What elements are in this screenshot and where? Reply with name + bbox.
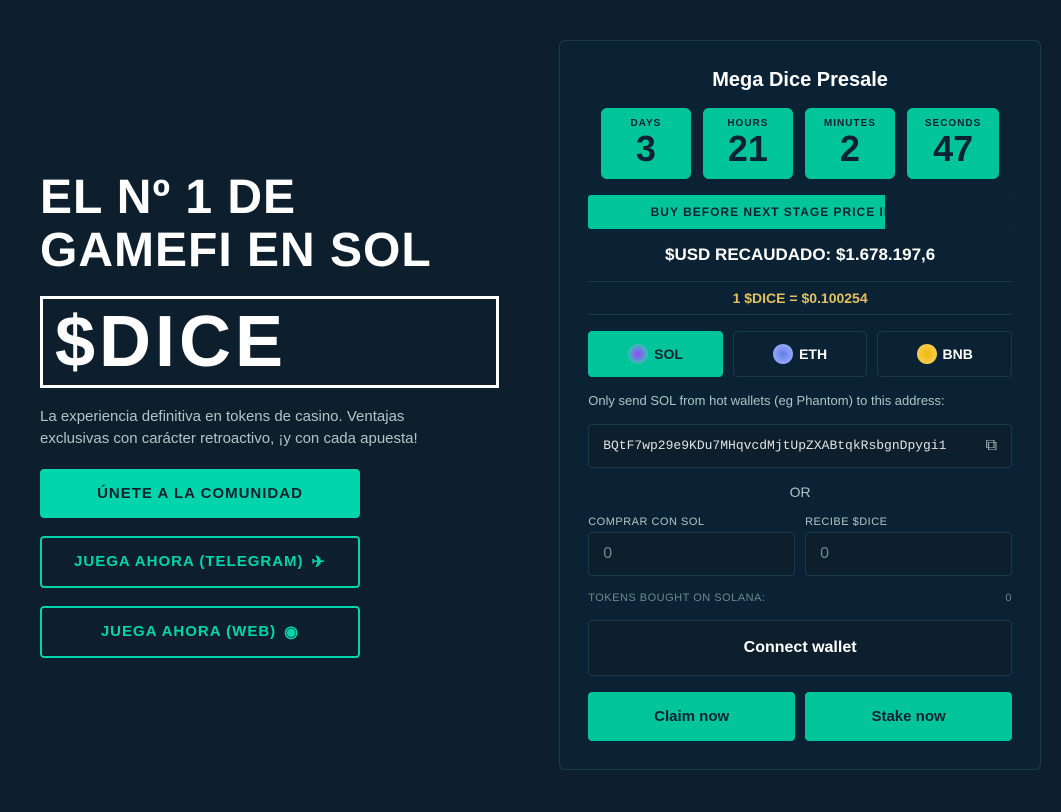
wallet-address: BQtF7wp29e9KDu7MHqvcdMjtUpZXABtqkRsbgnDp… [603, 438, 946, 453]
tokens-bought-value: 0 [1005, 592, 1012, 604]
bnb-icon [917, 344, 937, 364]
claim-button[interactable]: Claim now [588, 692, 795, 741]
currency-row: SOL ETH BNB [588, 331, 1012, 377]
web-icon [284, 622, 299, 642]
tokens-bought-label: TOKENS BOUGHT ON SOLANA: [588, 592, 765, 604]
eth-button[interactable]: ETH [733, 331, 868, 377]
dice-logo: $DICE [40, 296, 499, 388]
play-telegram-button[interactable]: JUEGA AHORA (TELEGRAM) [40, 536, 360, 588]
hours-box: HOURS 21 [703, 108, 793, 179]
price-info: 1 $DICE = $0.100254 [588, 281, 1012, 315]
buy-label: Comprar con SOL [588, 516, 795, 528]
seconds-value: 47 [925, 129, 981, 169]
presale-title: Mega Dice Presale [588, 69, 1012, 92]
hours-value: 21 [721, 129, 775, 169]
minutes-value: 2 [823, 129, 877, 169]
input-row: Comprar con SOL Recibe $Dice [588, 516, 1012, 576]
eth-icon [773, 344, 793, 364]
receive-input-group: Recibe $Dice [805, 516, 1012, 576]
bottom-row: Claim now Stake now [588, 692, 1012, 741]
stage-bar: BUY BEFORE NEXT STAGE PRICE INCREASE [588, 195, 1012, 229]
usd-raised: $USD RECAUDADO: $1.678.197,6 [588, 245, 1012, 265]
left-panel: EL Nº 1 DE GAMEFI EN SOL $DICE La experi… [0, 0, 539, 810]
description: La experiencia definitiva en tokens de c… [40, 406, 470, 451]
eth-label: ETH [799, 346, 827, 362]
play-web-button[interactable]: JUEGA AHORA (WEB) [40, 606, 360, 658]
days-value: 3 [619, 129, 673, 169]
days-box: DAYS 3 [601, 108, 691, 179]
main-title: EL Nº 1 DE GAMEFI EN SOL [40, 172, 499, 278]
buy-input[interactable] [588, 532, 795, 576]
send-info: Only send SOL from hot wallets (eg Phant… [588, 393, 1012, 408]
address-box: BQtF7wp29e9KDu7MHqvcdMjtUpZXABtqkRsbgnDp… [588, 424, 1012, 468]
seconds-box: SECONDS 47 [907, 108, 999, 179]
bnb-button[interactable]: BNB [877, 331, 1012, 377]
copy-icon[interactable]: ⧉ [986, 437, 997, 455]
stage-bar-text: BUY BEFORE NEXT STAGE PRICE INCREASE [651, 205, 950, 219]
sol-button[interactable]: SOL [588, 331, 723, 377]
telegram-icon [312, 552, 326, 572]
bnb-label: BNB [943, 346, 973, 362]
minutes-box: MINUTES 2 [805, 108, 895, 179]
or-divider: OR [588, 484, 1012, 500]
sol-label: SOL [654, 346, 683, 362]
sol-icon [628, 344, 648, 364]
buy-input-group: Comprar con SOL [588, 516, 795, 576]
receive-input[interactable] [805, 532, 1012, 576]
stake-button[interactable]: Stake now [805, 692, 1012, 741]
receive-label: Recibe $Dice [805, 516, 1012, 528]
timer-row: DAYS 3 HOURS 21 MINUTES 2 SECONDS 47 [588, 108, 1012, 179]
join-community-button[interactable]: ÚNETE A LA COMUNIDAD [40, 469, 360, 518]
right-panel: Mega Dice Presale DAYS 3 HOURS 21 MINUTE… [559, 40, 1041, 770]
tokens-bought-row: TOKENS BOUGHT ON SOLANA: 0 [588, 592, 1012, 604]
connect-wallet-button[interactable]: Connect wallet [588, 620, 1012, 676]
